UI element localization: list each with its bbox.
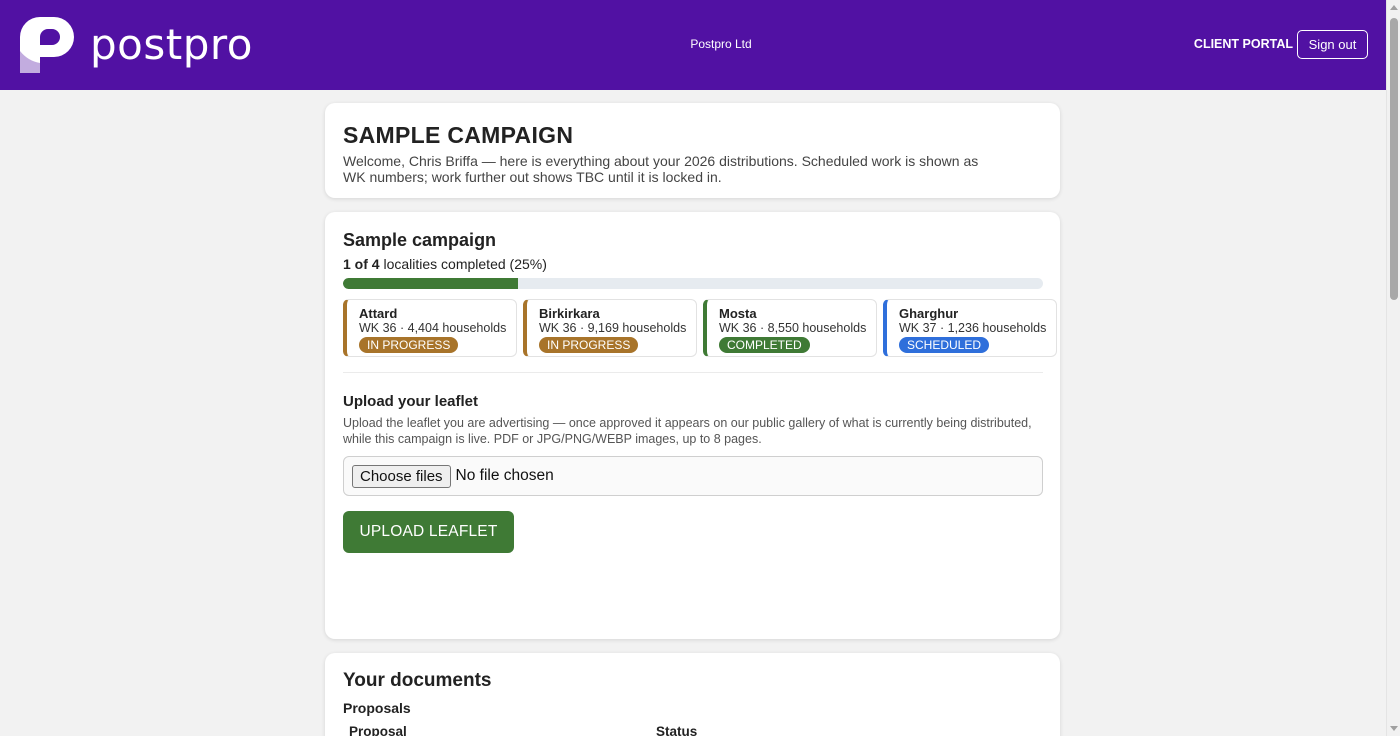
- section-divider: [343, 372, 1043, 373]
- scroll-up-icon[interactable]: [1390, 5, 1398, 10]
- campaign-title: Sample campaign: [343, 230, 497, 250]
- locality-card: Gharghur WK 37 · 1,236 households SCHEDU…: [883, 299, 1057, 357]
- locality-name: Attard: [359, 306, 398, 321]
- portal-label: CLIENT PORTAL: [1193, 37, 1293, 51]
- upload-description: Upload the leaflet you are advertising —…: [343, 416, 1032, 446]
- upload-title: Upload your leaflet: [343, 393, 479, 410]
- progress-suffix: localities completed (25%): [379, 256, 547, 272]
- status-badge: IN PROGRESS: [539, 337, 639, 353]
- status-badge: SCHEDULED: [899, 337, 990, 353]
- locality-card: Mosta WK 36 · 8,550 households COMPLETED: [703, 299, 877, 357]
- locality-meta: WK 36 · 4,404 households: [359, 321, 507, 335]
- progress-bar: [343, 278, 1043, 289]
- documents-card: Your documents Proposals Proposal Status: [325, 653, 1060, 736]
- welcome-message: Welcome, Chris Briffa — here is everythi…: [343, 153, 979, 185]
- proposals-heading: Proposals: [343, 700, 411, 716]
- progress-bar-fill: [343, 278, 518, 289]
- locality-card: Attard WK 36 · 4,404 households IN PROGR…: [343, 299, 517, 357]
- campaign-card: Sample campaign 1 of 4 localities comple…: [325, 212, 1060, 639]
- column-header-proposal[interactable]: Proposal: [343, 724, 656, 736]
- sign-out-button[interactable]: Sign out: [1297, 30, 1368, 59]
- upload-leaflet-button[interactable]: UPLOAD LEAFLET: [343, 511, 514, 553]
- locality-name: Mosta: [719, 306, 757, 321]
- welcome-card: SAMPLE CAMPAIGN Welcome, Chris Briffa — …: [325, 103, 1060, 198]
- locality-list: Attard WK 36 · 4,404 households IN PROGR…: [343, 299, 1063, 357]
- locality-name: Gharghur: [899, 306, 959, 321]
- progress-summary: 1 of 4 localities completed (25%): [343, 256, 1042, 272]
- file-status-text: No file chosen: [455, 467, 554, 484]
- company-name: Postpro Ltd: [690, 37, 752, 51]
- progress-count: 1 of 4: [343, 256, 380, 272]
- documents-title: Your documents: [343, 670, 492, 691]
- locality-meta: WK 37 · 1,236 households: [899, 321, 1047, 335]
- locality-name: Birkirkara: [539, 306, 600, 321]
- locality-card: Birkirkara WK 36 · 9,169 households IN P…: [523, 299, 697, 357]
- page-title: SAMPLE CAMPAIGN: [343, 122, 574, 148]
- locality-meta: WK 36 · 9,169 households: [539, 321, 687, 335]
- page-scrollbar[interactable]: [1386, 0, 1400, 736]
- column-header-status[interactable]: Status: [656, 724, 697, 736]
- scroll-thumb[interactable]: [1390, 18, 1398, 300]
- file-input[interactable]: Choose files No file chosen: [343, 456, 1043, 496]
- top-bar: postpro Postpro Ltd CLIENT PORTAL Sign o…: [0, 0, 1386, 90]
- status-badge: COMPLETED: [719, 337, 810, 353]
- proposals-table-header: Proposal Status: [343, 724, 1042, 736]
- choose-files-button[interactable]: Choose files: [352, 464, 451, 488]
- status-badge: IN PROGRESS: [359, 337, 459, 353]
- locality-meta: WK 36 · 8,550 households: [719, 321, 867, 335]
- scroll-down-icon[interactable]: [1390, 726, 1398, 731]
